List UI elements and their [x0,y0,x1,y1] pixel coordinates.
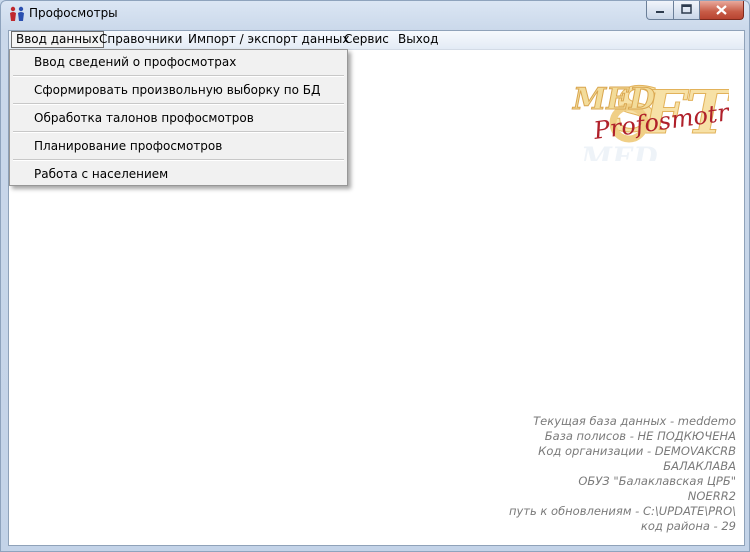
menu-item-custom-query[interactable]: Сформировать произвольную выборку по БД [10,79,347,106]
vvod-dannyh-dropdown: Ввод сведений о профосмотрах Сформироват… [9,49,348,186]
menu-separator [13,103,344,105]
medsoft-logo: S FT MED MED Profosmotr [559,51,736,175]
menu-spravochniki[interactable]: Справочники [95,32,186,47]
status-info: Текущая база данных - meddemo База полис… [396,414,736,534]
policy-database-text: База полисов - НЕ ПОДКЮЧЕНА [544,429,736,443]
client-area: Ввод данных Справочники Импорт / экспорт… [8,30,745,546]
update-path-text: путь к обновлениям - C:\UPDATE\PRO\ [508,504,736,518]
organization-name-text: ОБУЗ "Балаклавская ЦРБ" [578,474,736,488]
maximize-button[interactable] [674,1,700,20]
menu-servis[interactable]: Сервис [340,32,393,47]
menu-bar: Ввод данных Справочники Импорт / экспорт… [9,31,744,50]
close-icon [716,5,727,15]
maximize-icon [681,4,692,14]
title-bar[interactable]: Профосмотры [1,1,749,28]
menu-item-talon-processing[interactable]: Обработка талонов профосмотров [10,107,347,134]
window-title: Профосмотры [29,6,118,20]
close-button[interactable] [700,1,744,20]
window-controls [646,1,744,20]
organization-code-text: Код организации - DEMOVAKCRB [538,444,736,458]
menu-separator [13,131,344,133]
menu-separator [13,159,344,161]
main-window: Профосмотры Ввод данных Справочники Импо… [0,0,750,552]
menu-import-export[interactable]: Импорт / экспорт данных [184,32,353,47]
minimize-icon [656,11,664,13]
svg-text:MED: MED [580,141,658,161]
location-text: БАЛАКЛАВА [663,459,736,473]
menu-separator [13,75,344,77]
error-code-text: NOERR2 [687,489,736,503]
menu-item-planning[interactable]: Планирование профосмотров [10,135,347,162]
menu-vvod-dannyh[interactable]: Ввод данных [11,31,104,48]
app-people-icon [8,6,26,22]
minimize-button[interactable] [646,1,674,20]
menu-item-population[interactable]: Работа с населением [10,163,347,190]
menu-vyhod[interactable]: Выход [394,32,442,47]
current-database-text: Текущая база данных - meddemo [533,414,736,428]
district-code-text: код района - 29 [640,519,736,533]
menu-item-profosmotr-entry[interactable]: Ввод сведений о профосмотрах [10,51,347,78]
